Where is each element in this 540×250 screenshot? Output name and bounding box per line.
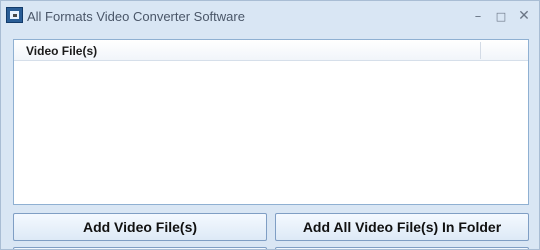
app-window: All Formats Video Converter Software – □… [0, 0, 540, 250]
column-divider[interactable] [480, 42, 481, 59]
list-header: Video File(s) [14, 40, 528, 61]
window-title: All Formats Video Converter Software [27, 9, 245, 24]
maximize-icon[interactable]: □ [490, 6, 512, 26]
minimize-icon[interactable]: – [467, 6, 489, 26]
add-folder-button[interactable]: Add All Video File(s) In Folder [275, 213, 529, 241]
close-icon[interactable]: ✕ [513, 6, 535, 26]
video-file-list[interactable]: Video File(s) [13, 39, 529, 205]
add-video-files-button[interactable]: Add Video File(s) [13, 213, 267, 241]
list-body[interactable] [14, 62, 528, 204]
title-bar[interactable]: All Formats Video Converter Software – □… [1, 1, 539, 33]
column-header-video-files[interactable]: Video File(s) [26, 44, 97, 58]
app-video-icon[interactable] [6, 7, 23, 23]
